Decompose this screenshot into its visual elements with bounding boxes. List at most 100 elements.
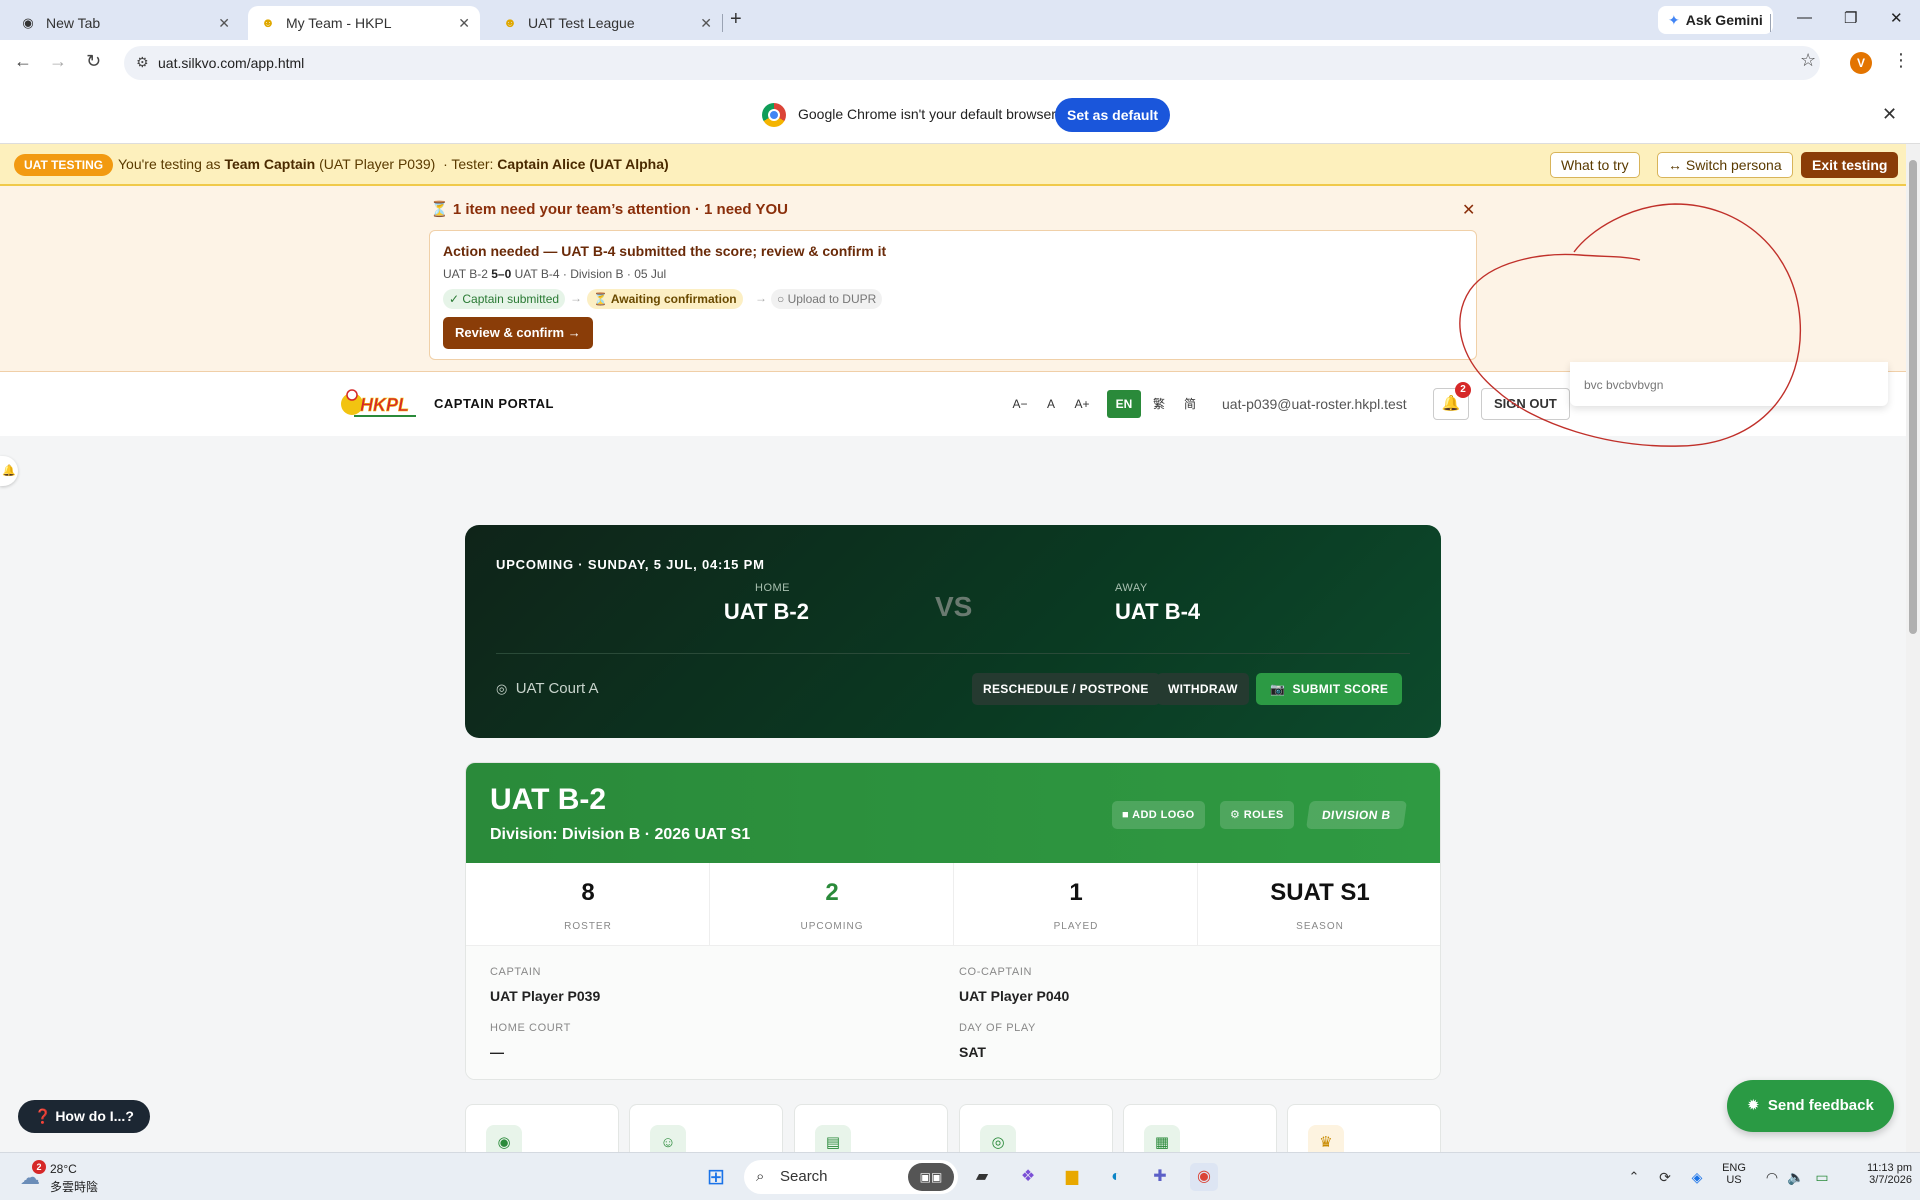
stat-label: SEASON — [1296, 921, 1344, 932]
chrome-logo-icon — [762, 103, 786, 127]
tab-new-tab[interactable]: ◉ New Tab ✕ — [8, 6, 240, 40]
new-tab-plus-icon[interactable]: + — [730, 8, 742, 31]
close-tab-icon[interactable]: ✕ — [218, 15, 230, 32]
volume-icon[interactable]: 🔈 — [1782, 1163, 1810, 1191]
day-of-play-label: DAY OF PLAY — [959, 1022, 1036, 1034]
reschedule-postpone-button[interactable]: RESCHEDULE / POSTPONE — [972, 673, 1160, 705]
minimize-icon[interactable]: — — [1797, 9, 1812, 26]
lang-simplified-button[interactable]: 简 — [1173, 390, 1207, 418]
submit-score-button[interactable]: 📷 SUBMIT SCORE — [1256, 673, 1403, 705]
address-bar[interactable]: ⚙ uat.silkvo.com/app.html — [124, 46, 1820, 80]
system-clock[interactable]: 11:13 pm 3/7/2026 — [1838, 1162, 1912, 1186]
lang-bottom: US — [1726, 1174, 1742, 1186]
stat-value: 2 — [825, 879, 839, 906]
tray-chevron-icon[interactable]: ⌃ — [1620, 1163, 1648, 1191]
action-score: 5–0 — [491, 267, 512, 281]
exit-testing-button[interactable]: Exit testing — [1801, 152, 1899, 178]
tab-my-team[interactable]: ☻ My Team - HKPL ✕ — [248, 6, 480, 40]
default-browser-infobar: Google Chrome isn't your default browser… — [0, 86, 1920, 144]
match-divider — [496, 653, 1410, 654]
reload-icon[interactable]: ↻ — [86, 51, 101, 72]
font-reset-button[interactable]: A — [1036, 390, 1066, 418]
edge-icon[interactable]: ◐ — [1102, 1163, 1130, 1191]
away-team-name: UAT B-4 — [1115, 599, 1201, 624]
close-tab-icon[interactable]: ✕ — [458, 15, 470, 32]
tab-title: UAT Test League — [528, 15, 635, 31]
user-email: uat-p039@uat-roster.hkpl.test — [1222, 396, 1407, 412]
step-arrow: → — [570, 291, 582, 305]
what-to-try-button[interactable]: What to try — [1550, 152, 1640, 178]
uat-role: Team Captain — [224, 156, 316, 172]
chrome-menu-icon[interactable]: ⋮ — [1892, 50, 1910, 71]
uat-player: (UAT Player P039) — [319, 156, 436, 172]
home-court-label: HOME COURT — [490, 1022, 571, 1034]
image-square-icon: ■ — [1122, 809, 1130, 821]
add-logo-button[interactable]: ■ ADD LOGO — [1112, 801, 1205, 829]
cocaptain-value: UAT Player P040 — [959, 988, 1070, 1004]
profile-avatar[interactable]: V — [1850, 52, 1872, 74]
file-explorer-icon[interactable]: ▆ — [1058, 1163, 1086, 1191]
stat-upcoming: 2 UPCOMING — [710, 863, 954, 945]
roles-button[interactable]: ⚙ ROLES — [1220, 801, 1294, 829]
close-window-icon[interactable]: ✕ — [1890, 9, 1903, 27]
how-do-i-button[interactable]: ❓ How do I...? — [18, 1100, 150, 1133]
restore-icon[interactable]: ❐ — [1844, 9, 1857, 27]
bookmark-star-icon[interactable]: ☆ — [1800, 50, 1816, 71]
ask-gemini-button[interactable]: ✦ Ask Gemini — [1658, 6, 1773, 34]
lang-en-button[interactable]: EN — [1107, 390, 1141, 418]
task-view-icon[interactable]: ▰ — [968, 1163, 996, 1191]
font-decrease-button[interactable]: A− — [1005, 390, 1035, 418]
tab-separator — [722, 14, 723, 32]
ask-gemini-label: Ask Gemini — [1685, 12, 1763, 28]
switch-persona-button[interactable]: ↔ Switch persona — [1657, 152, 1793, 178]
chrome-icon: ◉ — [22, 15, 34, 30]
step-captain-submitted: ✓ Captain submitted — [443, 289, 566, 309]
back-arrow-icon[interactable]: ← — [14, 51, 32, 72]
close-infobar-icon[interactable]: ✕ — [1882, 104, 1897, 125]
teams-icon[interactable]: ✚ — [1146, 1163, 1174, 1191]
battery-icon[interactable]: ▭ — [1808, 1163, 1836, 1191]
send-feedback-label: Send feedback — [1767, 1097, 1874, 1114]
site-info-icon[interactable]: ⚙ — [136, 54, 149, 71]
lang-traditional-button[interactable]: 繁 — [1142, 390, 1176, 418]
tab-uat-test-league[interactable]: ☻ UAT Test League ✕ — [490, 6, 722, 40]
match-court: ◎ UAT Court A — [496, 680, 599, 697]
tab-separator — [1770, 14, 1771, 32]
gear-icon: ⚙ — [1230, 809, 1241, 821]
weather-temp: 28°C — [50, 1162, 77, 1176]
copilot-icon[interactable]: ❖ — [1014, 1163, 1042, 1191]
hourglass-icon: ⏳ — [430, 201, 449, 218]
team-card: UAT B-2 Division: Division B · 2026 UAT … — [465, 762, 1441, 1080]
action-needed-title: Action needed — UAT B-4 submitted the sc… — [443, 243, 887, 259]
set-as-default-button[interactable]: Set as default — [1055, 98, 1171, 132]
send-feedback-button[interactable]: ✹ Send feedback — [1727, 1080, 1894, 1132]
day-of-play-value: SAT — [959, 1044, 986, 1060]
team-name: UAT B-2 — [490, 783, 607, 816]
uat-prefix: You're testing as — [118, 156, 221, 172]
withdraw-button[interactable]: WITHDRAW — [1157, 673, 1249, 705]
hkpl-logo: HKPL — [341, 389, 416, 417]
uat-persona-text: You're testing as Team Captain (UAT Play… — [118, 156, 669, 172]
forward-arrow-icon[interactable]: → — [49, 51, 67, 72]
attention-title: ⏳ 1 item need your team’s attention · 1 … — [430, 200, 788, 218]
close-tab-icon[interactable]: ✕ — [700, 15, 712, 32]
chrome-taskbar-icon[interactable]: ◉ — [1190, 1163, 1218, 1191]
security-icon[interactable]: ◈ — [1683, 1163, 1711, 1191]
font-increase-button[interactable]: A+ — [1067, 390, 1097, 418]
uat-tester-prefix: · Tester: — [443, 156, 494, 172]
match-upcoming-datetime: UPCOMING · SUNDAY, 5 JUL, 04:15 PM — [496, 557, 765, 572]
page-scrollbar-thumb[interactable] — [1909, 160, 1917, 634]
review-confirm-button[interactable]: Review & confirm → — [443, 317, 593, 349]
side-bell-tab-icon[interactable]: 🔔 — [0, 456, 18, 486]
default-browser-message: Google Chrome isn't your default browser — [798, 106, 1056, 122]
tab-title: My Team - HKPL — [286, 15, 392, 31]
tab-title: New Tab — [46, 15, 101, 31]
windows-start-icon[interactable]: ⊞ — [702, 1163, 730, 1191]
team-header: UAT B-2 Division: Division B · 2026 UAT … — [466, 763, 1440, 863]
sync-icon[interactable]: ⟳ — [1651, 1163, 1679, 1191]
submit-score-label: SUBMIT SCORE — [1292, 682, 1389, 696]
svg-text:HKPL: HKPL — [360, 395, 409, 415]
stat-season: SUAT S1 SEASON — [1198, 863, 1440, 945]
game-widget-icon[interactable]: ▣▣ — [908, 1163, 954, 1191]
input-language[interactable]: ENG US — [1716, 1162, 1752, 1186]
